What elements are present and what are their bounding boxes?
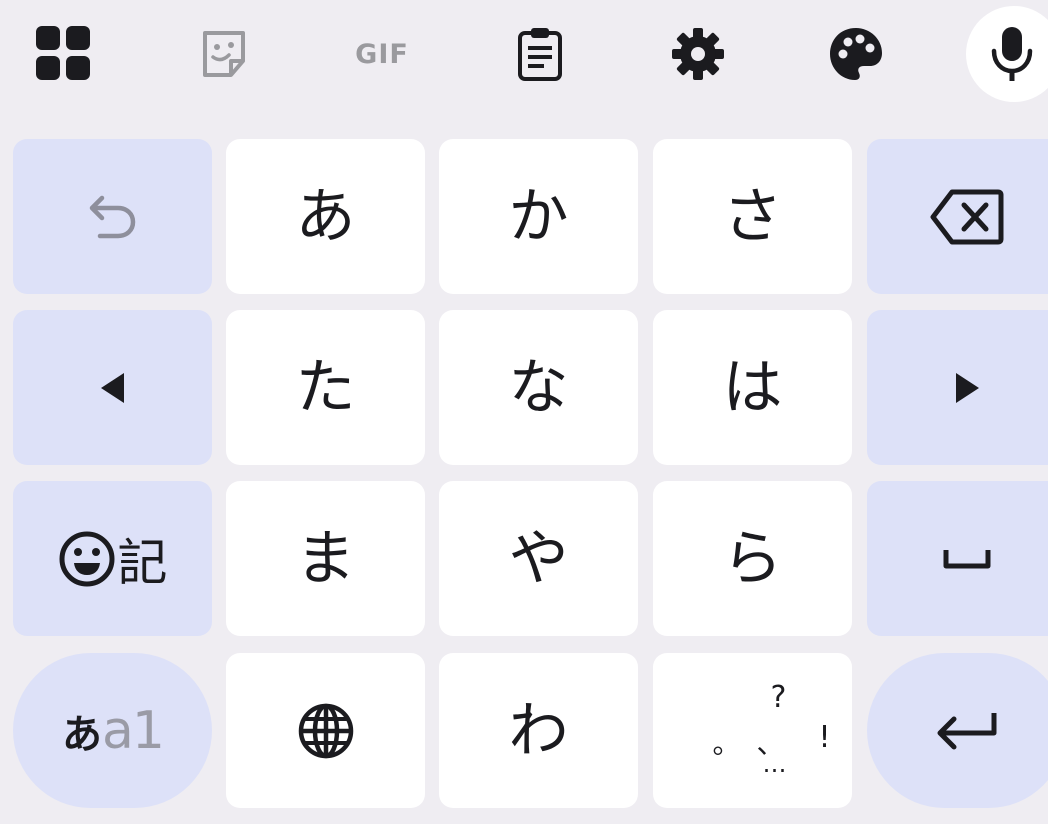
settings-button[interactable] [658,14,738,94]
punct-exclaim: ! [818,719,831,755]
theme-button[interactable] [816,14,896,94]
enter-icon [937,712,996,749]
punct-question: ? [770,679,787,715]
globe-icon [298,703,353,758]
backspace-key[interactable] [867,139,1048,294]
apps-grid-icon [36,26,90,80]
key-label: ま [295,523,356,594]
symbol-label: 記 [117,533,168,592]
key-label: は [722,352,783,423]
key-label: た [295,352,356,423]
cursor-left-key[interactable] [13,310,212,465]
key-sa-row[interactable]: さ [653,139,852,294]
key-label: さ [722,181,783,252]
clipboard-icon [518,28,562,81]
apps-grid-button[interactable] [24,14,104,94]
emoji-symbol-key[interactable]: 記 [13,481,212,636]
language-switch-key[interactable] [226,653,425,808]
key-label: ら [722,523,783,594]
sticker-button[interactable] [184,14,264,94]
voice-input-button[interactable] [966,6,1048,102]
undo-icon [89,195,135,238]
smiley-icon [59,531,114,586]
key-label: わ [508,695,569,766]
key-ha-row[interactable]: は [653,310,852,465]
gear-icon [672,28,724,80]
key-ma-row[interactable]: ま [226,481,425,636]
key-wa-row[interactable]: わ [439,653,638,808]
key-na-row[interactable]: な [439,310,638,465]
key-label: あ [295,181,356,252]
keyboard: GIF あ か さ た な は 記 ま や ら あ a1 わ ? 。 、 ! … [0,0,1048,824]
key-label: な [508,352,569,423]
mode-kana-label: あ [62,711,103,758]
input-mode-key[interactable]: あ a1 [13,653,212,808]
cursor-right-key[interactable] [867,310,1048,465]
enter-key[interactable] [867,653,1048,808]
cursor-right-icon [955,372,979,403]
punct-ellipsis: … [762,749,788,778]
key-ya-row[interactable]: や [439,481,638,636]
mode-alpha-label: a1 [102,700,165,761]
clipboard-button[interactable] [500,14,580,94]
punct-maru: 。 [712,726,741,760]
key-a-row[interactable]: あ [226,139,425,294]
key-ka-row[interactable]: か [439,139,638,294]
key-label: か [508,181,569,252]
gif-label: GIF [355,38,409,70]
key-label: や [508,523,569,594]
punctuation-key[interactable]: ? 。 、 ! … [653,653,852,808]
microphone-icon [991,27,1033,81]
backspace-icon [930,189,1003,244]
space-icon [943,549,990,568]
palette-icon [830,28,882,80]
sticker-icon [203,31,245,77]
gif-button[interactable]: GIF [342,14,422,94]
punctuation-glyphs: ? 。 、 ! … [683,676,831,786]
undo-key[interactable] [13,139,212,294]
space-key[interactable] [867,481,1048,636]
cursor-left-icon [100,372,124,403]
key-ta-row[interactable]: た [226,310,425,465]
key-ra-row[interactable]: ら [653,481,852,636]
